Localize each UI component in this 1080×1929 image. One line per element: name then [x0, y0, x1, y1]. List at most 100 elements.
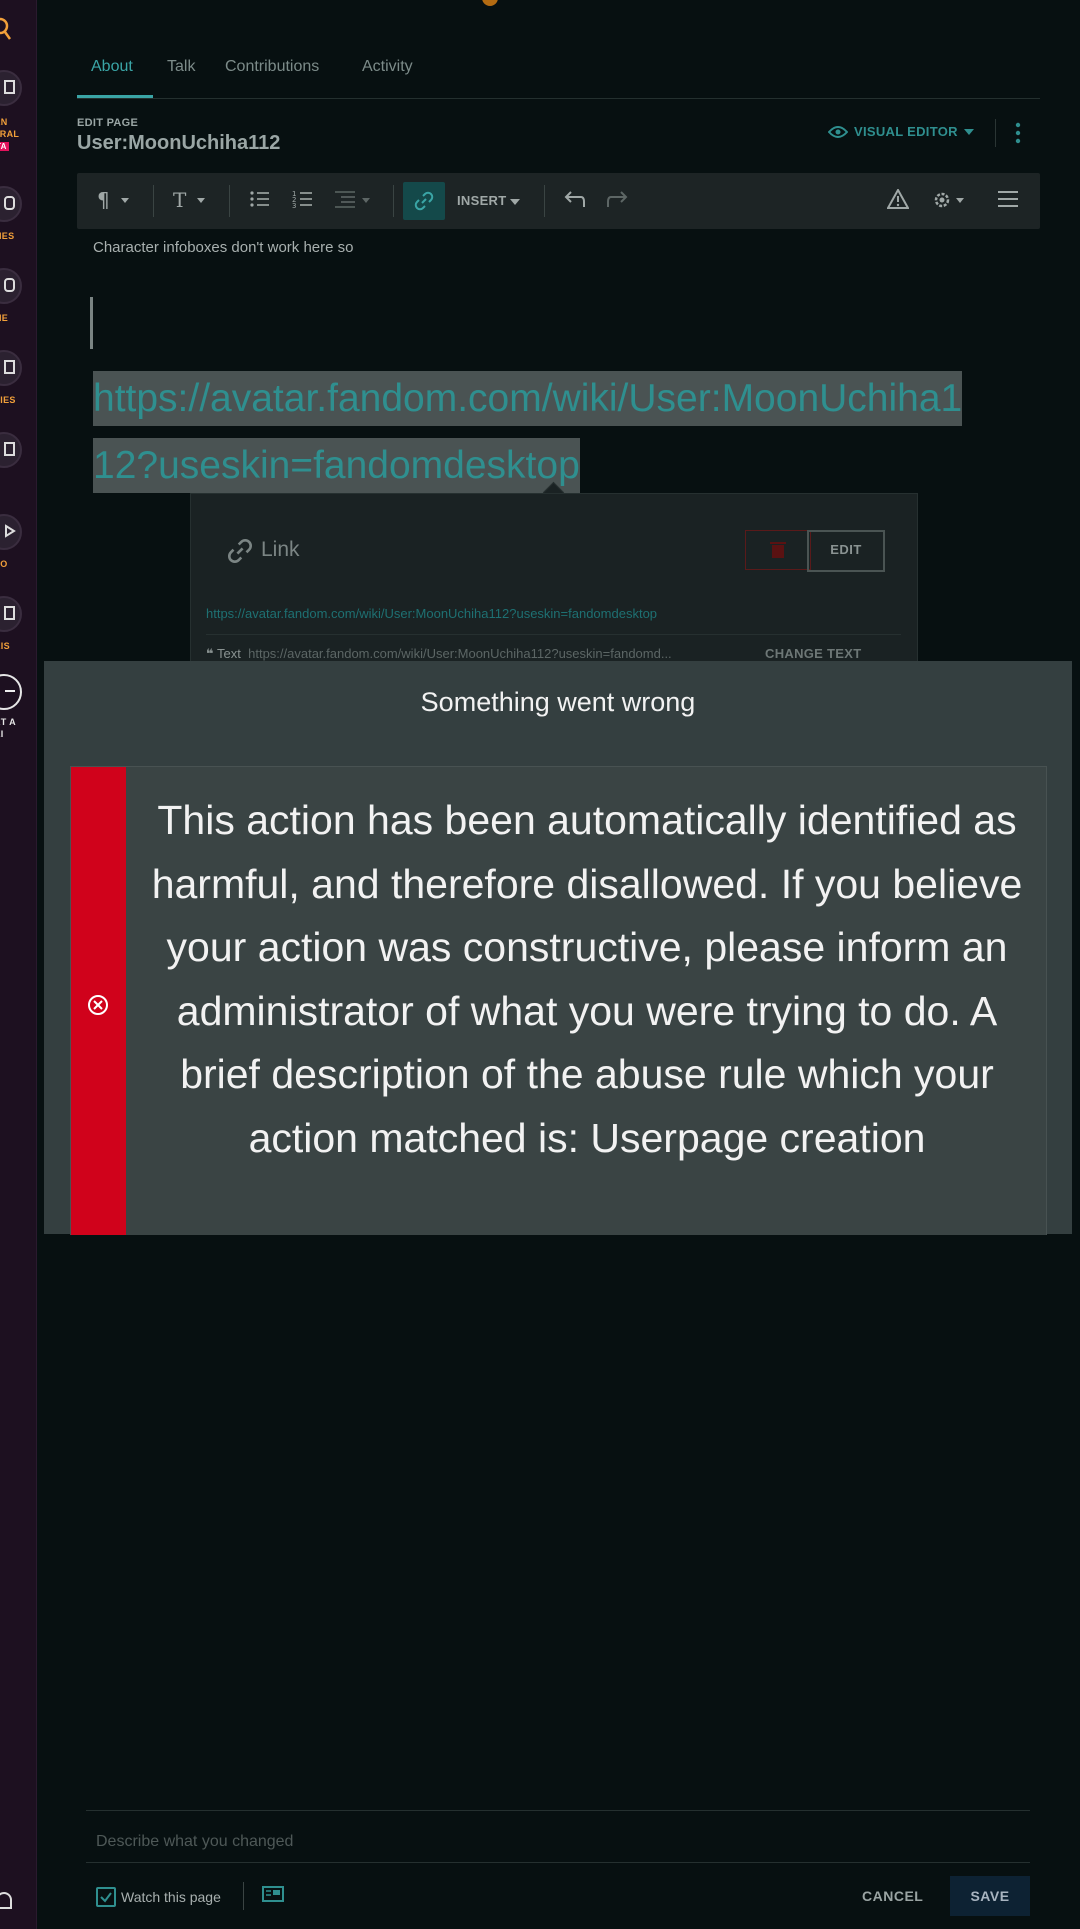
- bullet-list-icon: [250, 191, 269, 207]
- fan-central-icon: [0, 70, 22, 106]
- selected-link-text[interactable]: https://avatar.fandom.com/wiki/User:Moon…: [93, 365, 1023, 499]
- preview-icon[interactable]: [262, 1886, 284, 1904]
- tab-about[interactable]: About: [91, 58, 133, 76]
- cancel-button[interactable]: CANCEL: [862, 1888, 923, 1904]
- numbered-list-button[interactable]: 1 2 3: [292, 189, 314, 215]
- watch-checkbox[interactable]: [96, 1887, 116, 1907]
- indent-icon: [335, 191, 370, 208]
- toolbar-divider: [153, 185, 154, 217]
- edit-link-button[interactable]: EDIT: [807, 530, 885, 572]
- rail-label: RT A: [0, 717, 16, 727]
- rail-label: MES: [0, 231, 15, 241]
- link-text-line: 12?useskin=fandomdesktop: [93, 438, 580, 493]
- divider: [243, 1882, 244, 1910]
- rail-label: VIES: [0, 395, 16, 405]
- checkmark-icon: [100, 1892, 112, 1903]
- page-options-button[interactable]: [932, 189, 968, 217]
- gear-icon: [934, 192, 964, 208]
- rail-label: AN: [0, 117, 8, 127]
- delete-link-button[interactable]: [745, 530, 811, 570]
- insert-label: INSERT: [457, 193, 507, 208]
- content-paragraph[interactable]: Character infoboxes don't work here so: [93, 239, 354, 256]
- rail-label: EO: [0, 559, 8, 569]
- text-style-icon: T: [173, 188, 205, 212]
- link-url[interactable]: https://avatar.fandom.com/wiki/User:Moon…: [206, 606, 657, 621]
- user-avatar-dot[interactable]: [482, 0, 498, 6]
- global-nav-rail: AN TRAL TA MES ME VIES V EO: [0, 0, 37, 1929]
- change-text-button[interactable]: CHANGE TEXT: [765, 646, 861, 661]
- numbered-list-icon: 1 2 3: [292, 190, 312, 210]
- redo-icon: [607, 191, 628, 207]
- tab-contributions[interactable]: Contributions: [225, 58, 319, 76]
- trash-icon: [770, 542, 786, 558]
- tab-talk[interactable]: Talk: [167, 58, 195, 76]
- link-inspector-popup: Link EDIT https://avatar.fandom.com/wiki…: [190, 493, 918, 663]
- movies-icon: [0, 350, 22, 386]
- warning-icon: [886, 187, 910, 209]
- link-icon: [414, 191, 434, 211]
- rail-label: ME: [0, 313, 9, 323]
- search-icon[interactable]: [0, 16, 16, 42]
- svg-text:¶: ¶: [97, 189, 110, 211]
- divider: [995, 119, 996, 147]
- games-icon: [0, 186, 22, 222]
- indent-button[interactable]: [335, 189, 373, 215]
- edit-summary-input[interactable]: Describe what you changed: [96, 1833, 293, 1851]
- tab-activity[interactable]: Activity: [362, 58, 413, 76]
- toolbar-divider: [544, 185, 545, 217]
- toolbar-divider: [393, 185, 394, 217]
- error-title: Something went wrong: [420, 687, 696, 717]
- link-text-row: ❝ Text https://avatar.fandom.com/wiki/Us…: [206, 646, 672, 662]
- toolbar-divider: [229, 185, 230, 217]
- wikis-icon: [0, 596, 22, 632]
- popup-title: Link: [261, 538, 300, 561]
- active-tab-indicator: [77, 95, 153, 98]
- link-button[interactable]: [403, 182, 445, 220]
- error-dialog: Something went wrong This action has bee…: [44, 661, 1072, 1235]
- rail-label: KIS: [0, 641, 10, 651]
- beta-badge: TA: [0, 142, 9, 151]
- notifications-icon[interactable]: [0, 1890, 14, 1914]
- rail-label: KI: [0, 729, 4, 739]
- chevron-down-icon: [510, 199, 521, 205]
- svg-text:T: T: [173, 189, 187, 211]
- undo-button[interactable]: [563, 189, 585, 215]
- tv-icon: [0, 432, 22, 468]
- video-icon: [0, 514, 22, 550]
- divider: [86, 1810, 1030, 1811]
- page-tabs: About Talk Contributions Activity: [77, 56, 1040, 99]
- editor-mode-switch[interactable]: VISUAL EDITOR: [828, 124, 974, 139]
- text-style-button[interactable]: T: [173, 188, 209, 217]
- bullet-list-button[interactable]: [249, 189, 271, 215]
- paragraph-format-button[interactable]: ¶: [97, 188, 131, 217]
- eye-icon: [828, 125, 848, 138]
- plus-icon: [0, 674, 22, 710]
- editor-toolbar: ¶ T 1 2 3 INSERT: [77, 173, 1040, 229]
- text-cursor: [90, 297, 93, 349]
- warning-button[interactable]: [886, 187, 910, 215]
- anime-icon: [0, 268, 22, 304]
- quote-icon: ❝: [206, 646, 214, 661]
- redo-button[interactable]: [607, 189, 629, 215]
- link-icon: [228, 539, 252, 563]
- text-value: https://avatar.fandom.com/wiki/User:Moon…: [248, 646, 672, 661]
- edit-page-label: EDIT PAGE: [77, 117, 139, 129]
- editor-mode-label: VISUAL EDITOR: [854, 124, 958, 139]
- error-message-box: This action has been automatically ident…: [70, 766, 1047, 1235]
- more-options-icon[interactable]: [1014, 122, 1022, 144]
- divider: [86, 1862, 1030, 1863]
- error-icon: [88, 995, 108, 1015]
- watch-label: Watch this page: [121, 1889, 221, 1905]
- menu-button[interactable]: [997, 189, 1019, 215]
- page-title: User:MoonUchiha112: [77, 132, 281, 154]
- svg-text:3: 3: [292, 202, 296, 209]
- pilcrow-icon: ¶: [97, 188, 129, 212]
- rail-label: TRAL: [0, 129, 20, 139]
- error-stripe: [71, 767, 126, 1235]
- save-button[interactable]: SAVE: [950, 1876, 1030, 1916]
- divider: [206, 634, 901, 635]
- error-message: This action has been automatically ident…: [151, 797, 1023, 1161]
- insert-menu-button[interactable]: INSERT: [457, 193, 521, 208]
- text-label: Text: [217, 646, 241, 661]
- hamburger-icon: [998, 191, 1018, 207]
